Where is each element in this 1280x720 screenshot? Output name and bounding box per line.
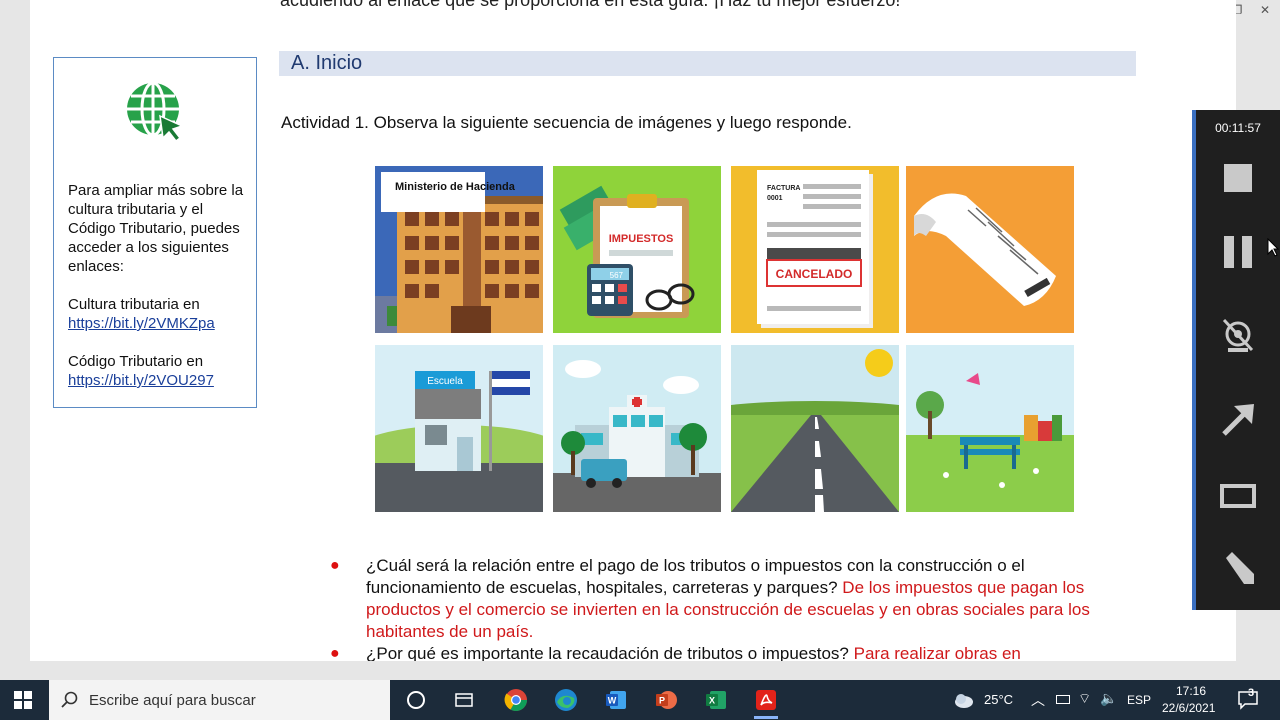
clock-date[interactable]: 22/6/2021	[1162, 701, 1215, 715]
question-item: ● ¿Por qué es importante la recaudación …	[330, 643, 1135, 661]
bullet-icon: ●	[330, 645, 340, 661]
globe-link-icon	[127, 82, 185, 143]
battery-icon[interactable]	[1056, 695, 1070, 704]
temperature[interactable]: 25°C	[984, 692, 1013, 707]
codigo-tributario-link[interactable]: https://bit.ly/2VOU297	[68, 372, 214, 389]
volume-icon[interactable]: 🔈	[1100, 690, 1117, 707]
link2-label: Código Tributario en	[68, 353, 204, 370]
notifications-icon[interactable]: 3	[1237, 687, 1259, 711]
pen-icon[interactable]	[1218, 548, 1258, 588]
resources-text: Para ampliar más sobre la cultura tribut…	[68, 181, 250, 390]
network-icon[interactable]: ⌔	[1078, 690, 1091, 708]
escuela-image: Escuela	[375, 345, 543, 512]
impuestos-image: IMPUESTOS 567	[553, 166, 721, 333]
chrome-icon[interactable]	[504, 688, 528, 712]
taskbar: Escribe aquí para buscar W P X 25°C ︿ ⌔ …	[0, 680, 1280, 720]
resources-sidebar-box: Para ampliar más sobre la cultura tribut…	[53, 57, 257, 408]
pause-icon[interactable]	[1218, 232, 1258, 272]
svg-text:P: P	[659, 696, 665, 706]
mouse-cursor-icon	[1267, 238, 1279, 257]
activity-instruction: Actividad 1. Observa la siguiente secuen…	[281, 113, 852, 132]
acrobat-icon[interactable]	[754, 688, 778, 712]
answer-text: Para realizar obras en	[853, 644, 1021, 661]
search-icon	[61, 691, 78, 708]
question-text: ¿Por qué es importante la recaudación de…	[366, 644, 849, 661]
receipt-image	[906, 166, 1074, 333]
escuela-sign: Escuela	[427, 376, 463, 387]
task-view-icon[interactable]	[404, 688, 428, 712]
cancelado-stamp: CANCELADO	[776, 267, 853, 281]
arrow-icon[interactable]	[1218, 400, 1258, 440]
svg-text:W: W	[608, 696, 617, 706]
section-title: A. Inicio	[291, 52, 363, 74]
edge-icon[interactable]	[554, 688, 578, 712]
factura-number: 0001	[767, 195, 783, 202]
close-icon[interactable]: ✕	[1250, 0, 1280, 20]
link1-label: Cultura tributaria en	[68, 296, 200, 313]
section-header: A. Inicio	[279, 51, 1136, 76]
widgets-icon[interactable]	[452, 688, 476, 712]
cultura-tributaria-link[interactable]: https://bit.ly/2VMKZpa	[68, 315, 215, 332]
stop-icon[interactable]	[1218, 158, 1258, 198]
factura-cancelada-image: FACTURA 0001 CANCELADO	[731, 166, 899, 333]
active-app-indicator	[754, 716, 778, 719]
taskbar-search-box[interactable]: Escribe aquí para buscar	[49, 680, 390, 720]
powerpoint-icon[interactable]: P	[654, 688, 678, 712]
factura-label: FACTURA	[767, 185, 800, 192]
parque-image	[906, 345, 1074, 512]
language-indicator[interactable]: ESP	[1127, 693, 1151, 707]
weather-icon[interactable]	[953, 690, 975, 710]
search-placeholder: Escribe aquí para buscar	[89, 692, 256, 709]
word-icon[interactable]: W	[604, 688, 628, 712]
calculator-display: 567	[610, 271, 624, 280]
tray-chevron-icon[interactable]: ︿	[1031, 690, 1045, 710]
hospital-image	[553, 345, 721, 512]
impuestos-label: IMPUESTOS	[609, 233, 674, 245]
recording-timer: 00:11:57	[1215, 121, 1261, 135]
webcam-off-icon[interactable]	[1218, 316, 1258, 356]
excel-icon[interactable]: X	[704, 688, 728, 712]
windows-start-icon[interactable]	[14, 691, 32, 709]
bullet-icon: ●	[330, 557, 340, 574]
carretera-image	[731, 345, 899, 512]
clock-time[interactable]: 17:16	[1176, 684, 1206, 698]
ministerio-label: Ministerio de Hacienda	[395, 181, 516, 193]
resources-intro: Para ampliar más sobre la cultura tribut…	[68, 182, 244, 275]
notifications-count: 3	[1248, 687, 1255, 699]
ministerio-hacienda-image: Ministerio de Hacienda	[375, 166, 543, 333]
question-item: ● ¿Cuál será la relación entre el pago d…	[330, 555, 1135, 643]
rectangle-icon[interactable]	[1218, 476, 1258, 516]
questions-list: ● ¿Cuál será la relación entre el pago d…	[330, 555, 1135, 661]
document-page[interactable]: acudiendo al enlace que se proporciona e…	[30, 0, 1236, 661]
screen-recorder-panel: 00:11:57	[1192, 110, 1280, 610]
svg-text:X: X	[709, 696, 715, 706]
cut-off-text-line: acudiendo al enlace que se proporciona e…	[280, 0, 901, 10]
